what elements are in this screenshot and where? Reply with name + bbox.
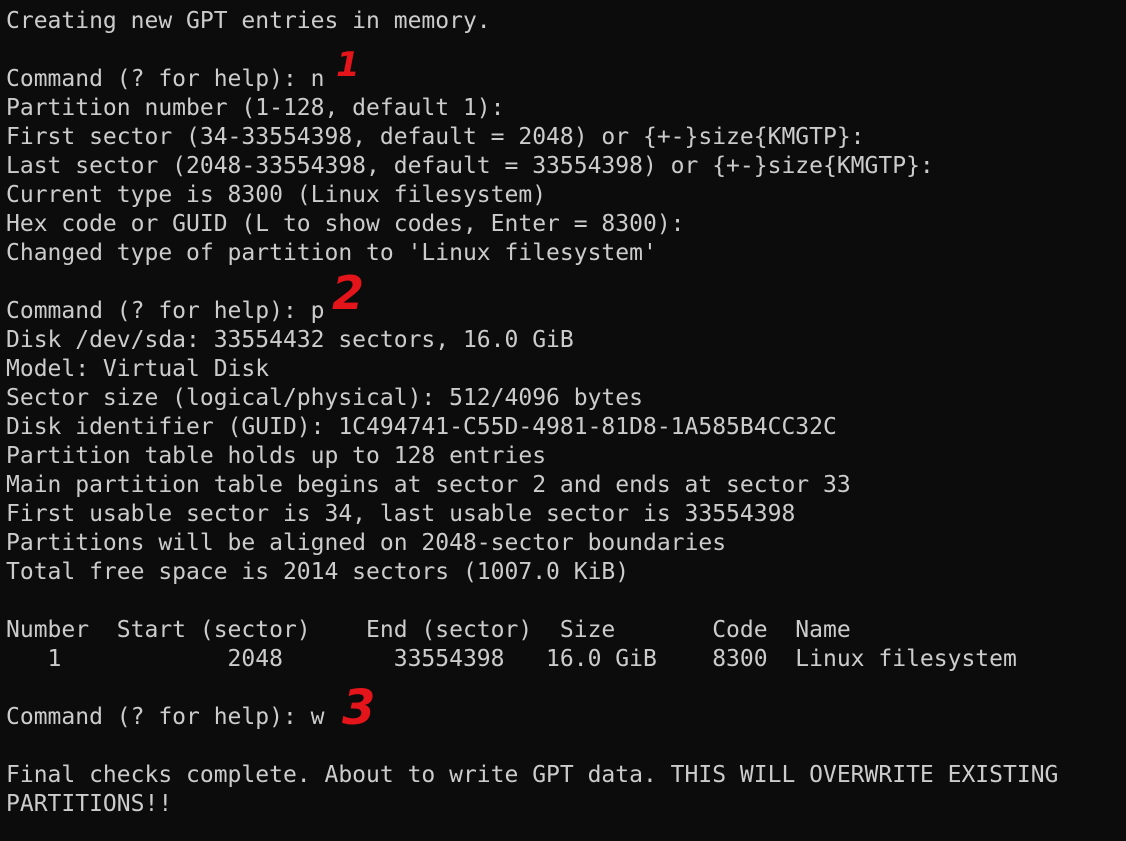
output-line: Creating new GPT entries in memory.	[6, 8, 491, 34]
partition-table-row: 1 2048 33554398 16.0 GiB 8300 Linux file…	[6, 646, 1017, 672]
annotation-marker-1: 1	[336, 45, 360, 85]
partition-table-header: Number Start (sector) End (sector) Size …	[6, 617, 851, 643]
output-line: Final checks complete. About to write GP…	[6, 762, 1059, 788]
terminal-window[interactable]: Creating new GPT entries in memory. Comm…	[0, 0, 1126, 841]
output-line: First sector (34-33554398, default = 204…	[6, 124, 865, 150]
output-line: Sector size (logical/physical): 512/4096…	[6, 385, 643, 411]
output-line: Total free space is 2014 sectors (1007.0…	[6, 559, 630, 585]
command-prompt-line: Command (? for help): w	[6, 704, 325, 730]
output-line: Current type is 8300 (Linux filesystem)	[6, 182, 547, 208]
output-line: Disk /dev/sda: 33554432 sectors, 16.0 Gi…	[6, 327, 574, 353]
output-line: PARTITIONS!!	[6, 791, 173, 817]
output-line: Changed type of partition to 'Linux file…	[6, 240, 657, 266]
command-prompt-line: Command (? for help): n	[6, 66, 325, 92]
annotation-marker-3: 3	[342, 680, 376, 736]
output-line: Partition table holds up to 128 entries	[6, 443, 547, 469]
command-prompt-line: Command (? for help): p	[6, 298, 325, 324]
output-line: Disk identifier (GUID): 1C494741-C55D-49…	[6, 414, 837, 440]
output-line: First usable sector is 34, last usable s…	[6, 501, 796, 527]
output-line: Last sector (2048-33554398, default = 33…	[6, 153, 934, 179]
output-line: Partition number (1-128, default 1):	[6, 95, 505, 121]
output-line: Model: Virtual Disk	[6, 356, 270, 382]
annotation-marker-2: 2	[332, 266, 365, 320]
output-line: Main partition table begins at sector 2 …	[6, 472, 851, 498]
output-line: Hex code or GUID (L to show codes, Enter…	[6, 211, 685, 237]
output-line: Partitions will be aligned on 2048-secto…	[6, 530, 727, 556]
